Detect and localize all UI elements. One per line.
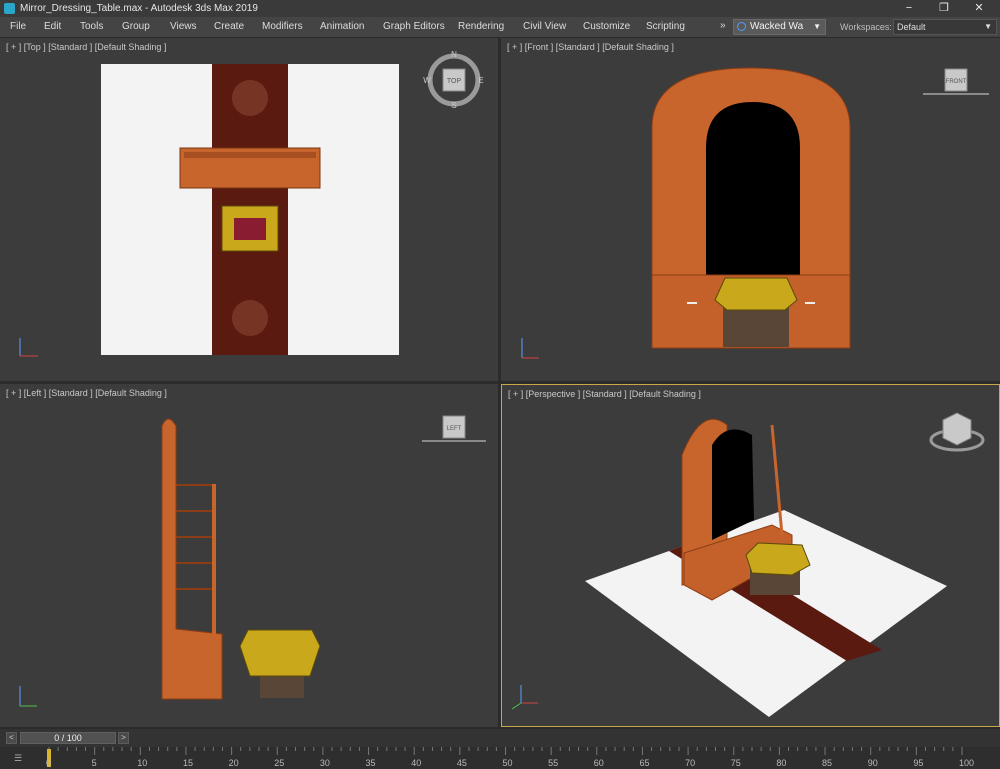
viewcube-label: FRONT <box>946 79 967 85</box>
user-icon <box>737 22 746 31</box>
trackbar-ticks <box>48 747 963 755</box>
chevron-down-icon: ▼ <box>984 22 992 31</box>
menu-civil-view[interactable]: Civil View <box>523 21 566 32</box>
trackbar-tick-label: 65 <box>639 758 650 768</box>
trackbar-tick-label: 75 <box>730 758 741 768</box>
trackbar-tick-label: 5 <box>91 758 97 768</box>
menu-file[interactable]: File <box>10 21 26 32</box>
trackbar-tick-label: 15 <box>182 758 193 768</box>
workspace-select[interactable]: Default ▼ <box>893 19 997 35</box>
viewport-top[interactable]: [ + ] [Top ] [Standard ] [Default Shadin… <box>0 38 498 381</box>
chevron-down-icon: ▼ <box>813 22 821 31</box>
trackbar-tick-label: 25 <box>274 758 285 768</box>
menu-rendering[interactable]: Rendering <box>458 21 504 32</box>
menu-group[interactable]: Group <box>122 21 150 32</box>
window-title: Mirror_Dressing_Table.max - Autodesk 3ds… <box>20 3 258 14</box>
workspaces-label: Workspaces: <box>840 22 892 32</box>
trackbar-tick-label: 10 <box>137 758 148 768</box>
viewport-front[interactable]: [ + ] [Front ] [Standard ] [Default Shad… <box>501 38 1000 381</box>
viewcube[interactable] <box>502 385 999 726</box>
trackbar-tick-label: 35 <box>365 758 376 768</box>
time-slider[interactable]: < 0 / 100 > <box>0 729 1000 747</box>
menu-overflow-button[interactable]: » <box>720 20 726 31</box>
compass-viewcube[interactable]: TOP N S W E <box>0 38 498 381</box>
trackbar-tick-label: 70 <box>685 758 696 768</box>
trackbar-tick-label: 55 <box>548 758 559 768</box>
trackbar-tick-label: 60 <box>593 758 604 768</box>
menu-graph-editors[interactable]: Graph Editors <box>383 21 445 32</box>
menu-scripting[interactable]: Scripting <box>646 21 685 32</box>
menu-create[interactable]: Create <box>214 21 244 32</box>
trackbar-tick-label: 80 <box>776 758 787 768</box>
trackbar-tick-label: 45 <box>456 758 467 768</box>
compass-s: S <box>451 101 456 110</box>
trackbar-tick-label: 95 <box>913 758 924 768</box>
trackbar-tick-label: 40 <box>411 758 422 768</box>
user-account-dropdown[interactable]: Wacked Wa ▼ <box>733 19 826 35</box>
user-name: Wacked Wa <box>750 21 804 32</box>
viewport-left[interactable]: [ + ] [Left ] [Standard ] [Default Shadi… <box>0 384 498 727</box>
restore-button[interactable]: ❐ <box>927 0 961 17</box>
menu-edit[interactable]: Edit <box>44 21 61 32</box>
menu-modifiers[interactable]: Modifiers <box>262 21 303 32</box>
compass-w: W <box>423 76 431 85</box>
menu-views[interactable]: Views <box>170 21 197 32</box>
trackbar-tick-label: 90 <box>867 758 878 768</box>
trackbar[interactable]: ☰ 0 5 10 15 20 25 30 35 40 45 50 55 60 65 70 75 80 85 90 95… <box>0 747 1000 769</box>
trackbar-tick-label: 30 <box>319 758 330 768</box>
viewcube[interactable]: FRONT <box>501 38 1000 381</box>
viewcube[interactable]: LEFT <box>0 384 498 727</box>
minimize-button[interactable]: − <box>892 0 926 17</box>
menu-customize[interactable]: Customize <box>583 21 630 32</box>
workspace-value: Default <box>897 22 926 32</box>
compass-n: N <box>451 50 457 59</box>
viewport-perspective[interactable]: [ + ] [Perspective ] [Standard ] [Defaul… <box>501 384 1000 727</box>
trackbar-tick-label: 20 <box>228 758 239 768</box>
title-bar: Mirror_Dressing_Table.max - Autodesk 3ds… <box>0 0 1000 17</box>
trackbar-tick-label: 50 <box>502 758 513 768</box>
compass-e: E <box>478 76 483 85</box>
menu-animation[interactable]: Animation <box>320 21 364 32</box>
close-button[interactable]: ✕ <box>962 0 996 17</box>
viewcube-label: LEFT <box>447 426 462 432</box>
time-next-button[interactable]: > <box>118 732 129 744</box>
time-slider-thumb[interactable]: 0 / 100 <box>20 732 116 744</box>
time-prev-button[interactable]: < <box>6 732 17 744</box>
menu-tools[interactable]: Tools <box>80 21 103 32</box>
viewcube-label: TOP <box>447 78 462 85</box>
trackbar-tick-label: 85 <box>822 758 833 768</box>
viewcube-icon <box>942 412 972 446</box>
app-icon <box>4 3 15 14</box>
menu-bar: File Edit Tools Group Views Create Modif… <box>0 17 1000 37</box>
trackbar-tick-label: 100 <box>959 758 975 768</box>
trackbar-tick-label: 0 <box>46 758 52 768</box>
